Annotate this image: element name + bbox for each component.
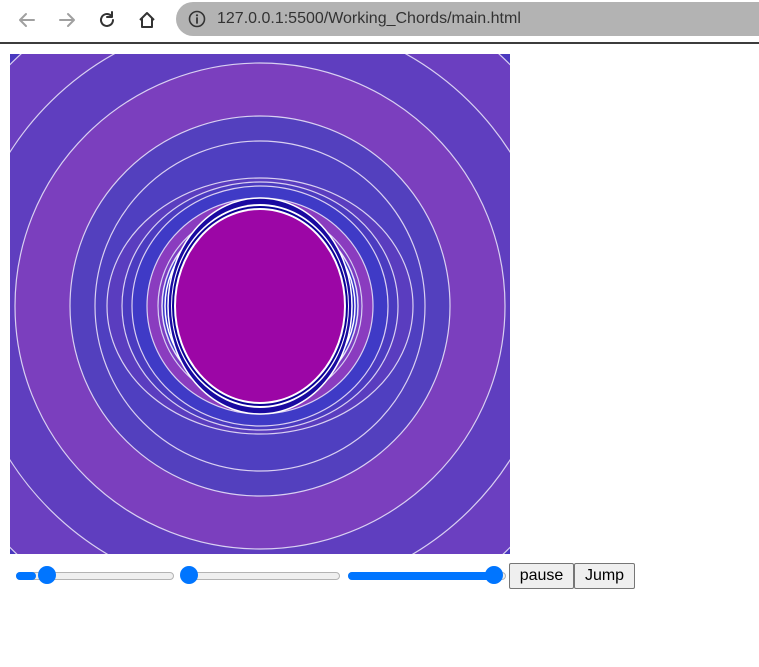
browser-toolbar: 127.0.0.1:5500/Working_Chords/main.html [0, 0, 759, 42]
back-button[interactable] [11, 4, 43, 36]
center-disc [176, 210, 344, 402]
home-icon [139, 12, 155, 28]
pause-button[interactable]: pause [509, 563, 574, 589]
address-bar[interactable]: 127.0.0.1:5500/Working_Chords/main.html [176, 2, 759, 36]
home-button[interactable] [131, 4, 163, 36]
slider-thumb[interactable] [180, 566, 198, 584]
reload-button[interactable] [91, 4, 123, 36]
slider-1[interactable] [10, 566, 174, 586]
slider-fill [16, 572, 36, 580]
slider-3[interactable] [342, 566, 506, 586]
forward-button[interactable] [51, 4, 83, 36]
info-icon[interactable] [188, 10, 206, 28]
url-text: 127.0.0.1:5500/Working_Chords/main.html [217, 10, 521, 27]
slider-track [182, 572, 340, 580]
arrow-right-icon [59, 13, 75, 27]
toolbar-divider [0, 42, 759, 44]
slider-thumb[interactable] [485, 566, 503, 584]
slider-2[interactable] [176, 566, 340, 586]
reload-icon [100, 11, 114, 27]
jump-button[interactable]: Jump [574, 563, 635, 589]
slider-thumb[interactable] [38, 566, 56, 584]
slider-fill [348, 572, 500, 580]
arrow-left-icon [19, 13, 35, 27]
chord-canvas [10, 54, 510, 554]
